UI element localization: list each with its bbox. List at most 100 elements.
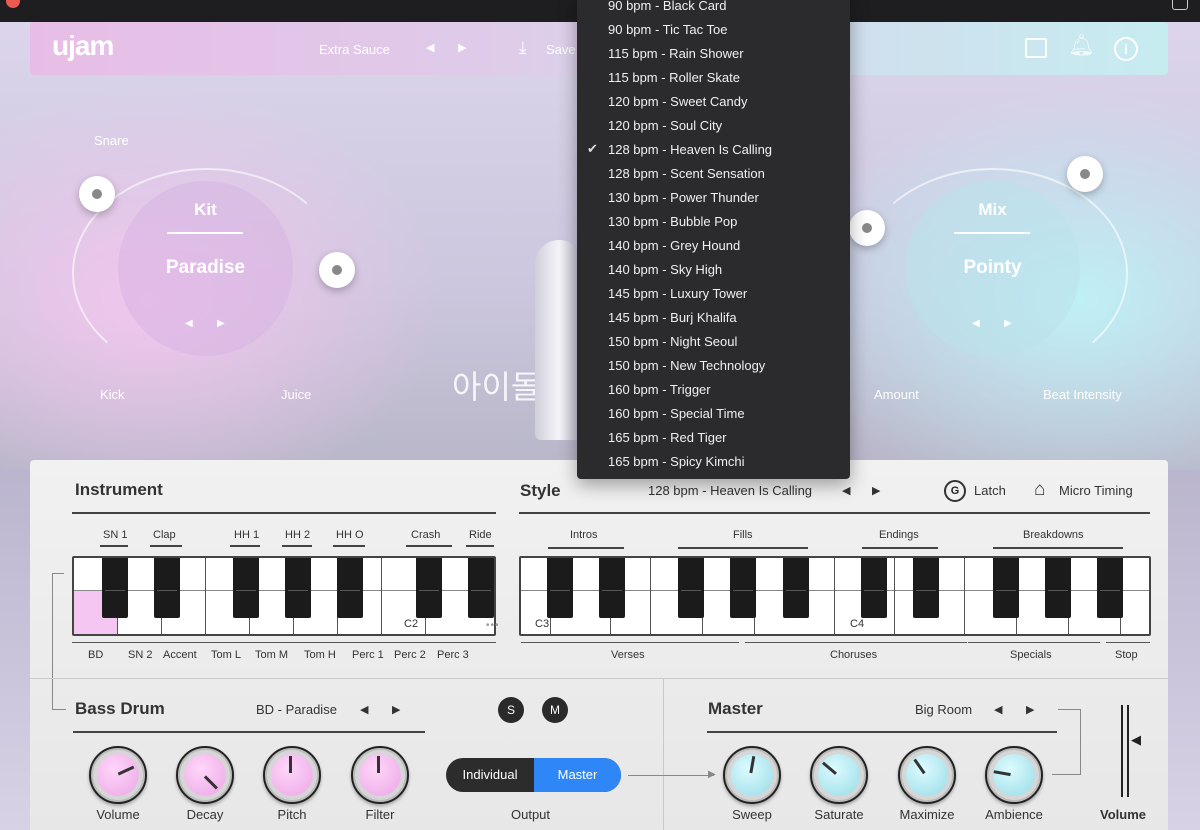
output-toggle[interactable]: Individual Master xyxy=(446,758,621,792)
latch-icon[interactable]: G xyxy=(944,480,966,502)
juice-knob[interactable] xyxy=(319,252,355,288)
volume-fader-handle[interactable]: ◀ xyxy=(1131,732,1141,748)
saturate-label: Saturate xyxy=(814,807,864,822)
bd-next-icon[interactable]: ▶ xyxy=(392,703,400,716)
filter-knob[interactable] xyxy=(351,746,409,804)
kit-divider xyxy=(167,232,243,234)
mix-prev-icon[interactable]: ◀ xyxy=(972,318,980,329)
mute-button[interactable]: M xyxy=(542,697,568,723)
dropdown-item[interactable]: 140 bpm - Grey Hound xyxy=(608,238,740,253)
master-next-icon[interactable]: ▶ xyxy=(1026,703,1034,716)
maximize-knob[interactable] xyxy=(898,746,956,804)
dropdown-item[interactable]: 160 bpm - Trigger xyxy=(608,382,711,397)
download-icon[interactable] xyxy=(1172,0,1188,10)
resize-icon[interactable] xyxy=(1025,38,1047,58)
save-button[interactable]: Save xyxy=(546,42,576,57)
master-option[interactable]: Master xyxy=(534,758,621,792)
dropdown-item[interactable]: 120 bpm - Sweet Candy xyxy=(608,94,747,109)
bd-prev-icon[interactable]: ◀ xyxy=(360,703,368,716)
c4-note: C4 xyxy=(850,618,865,630)
dropdown-item[interactable]: 140 bpm - Sky High xyxy=(608,262,722,277)
saturate-knob[interactable] xyxy=(810,746,868,804)
style-black-key[interactable] xyxy=(861,558,887,618)
style-black-key[interactable] xyxy=(1045,558,1071,618)
dropdown-item[interactable]: 150 bpm - Night Seoul xyxy=(608,334,737,349)
kit-next-icon[interactable]: ▶ xyxy=(217,318,225,329)
ambience-label: Ambience xyxy=(985,807,1043,822)
decay-knob[interactable] xyxy=(176,746,234,804)
volume-knob[interactable] xyxy=(89,746,147,804)
style-value[interactable]: 128 bpm - Heaven Is Calling xyxy=(648,483,812,498)
bell-icon[interactable]: 🔔︎ xyxy=(1068,34,1095,58)
dropdown-item[interactable]: 90 bpm - Black Card xyxy=(608,0,727,13)
master-prev-icon[interactable]: ◀ xyxy=(994,703,1002,716)
dropdown-item[interactable]: 145 bpm - Burj Khalifa xyxy=(608,310,737,325)
verses-line xyxy=(521,642,739,643)
latch-label[interactable]: Latch xyxy=(974,483,1006,498)
individual-option[interactable]: Individual xyxy=(446,758,534,792)
kit-prev-icon[interactable]: ◀ xyxy=(185,318,193,329)
stop-label: Stop xyxy=(1115,649,1138,661)
tomh-label: Tom H xyxy=(304,649,336,661)
hh1-key[interactable] xyxy=(233,558,259,618)
volume-fader[interactable] xyxy=(1121,705,1129,797)
micro-timing-label[interactable]: Micro Timing xyxy=(1059,483,1133,498)
dropdown-item[interactable]: 115 bpm - Rain Shower xyxy=(608,46,744,61)
dropdown-item[interactable]: 130 bpm - Bubble Pop xyxy=(608,214,737,229)
master-preset[interactable]: Big Room xyxy=(915,702,972,717)
endings-label: Endings xyxy=(879,529,919,541)
dropdown-item[interactable]: 165 bpm - Red Tiger xyxy=(608,430,727,445)
hho-key[interactable] xyxy=(337,558,363,618)
pitch-knob[interactable] xyxy=(263,746,321,804)
sweep-knob[interactable] xyxy=(723,746,781,804)
ride-key[interactable] xyxy=(468,558,494,618)
ambience-knob[interactable] xyxy=(985,746,1043,804)
style-black-key[interactable] xyxy=(599,558,625,618)
style-black-key[interactable] xyxy=(547,558,573,618)
dropdown-item[interactable]: 130 bpm - Power Thunder xyxy=(608,190,759,205)
style-next-icon[interactable]: ▶ xyxy=(872,484,880,497)
dropdown-item-selected[interactable]: 128 bpm - Heaven Is Calling xyxy=(608,142,772,157)
preset-next-icon[interactable]: ▶ xyxy=(458,41,466,54)
solo-button[interactable]: S xyxy=(498,697,524,723)
dropdown-item[interactable]: 90 bpm - Tic Tac Toe xyxy=(608,22,727,37)
dropdown-item[interactable]: 165 bpm - Spicy Kimchi xyxy=(608,454,745,469)
beat-intensity-knob[interactable] xyxy=(1067,156,1103,192)
crash-key[interactable] xyxy=(416,558,442,618)
fills-label: Fills xyxy=(733,529,753,541)
clap-key[interactable] xyxy=(154,558,180,618)
style-keyboard[interactable]: C3 C4 xyxy=(519,556,1151,636)
style-black-key[interactable] xyxy=(730,558,756,618)
info-icon[interactable]: i xyxy=(1114,37,1138,61)
style-black-key[interactable] xyxy=(913,558,939,618)
dropdown-item[interactable]: 150 bpm - New Technology xyxy=(608,358,765,373)
amount-knob[interactable] xyxy=(849,210,885,246)
metronome-icon[interactable]: ⌂ xyxy=(1034,479,1045,501)
sn1-key[interactable] xyxy=(102,558,128,618)
dropdown-item[interactable]: 120 bpm - Soul City xyxy=(608,118,722,133)
style-black-key[interactable] xyxy=(783,558,809,618)
style-prev-icon[interactable]: ◀ xyxy=(842,484,850,497)
hh2-label: HH 2 xyxy=(285,529,311,541)
mix-next-icon[interactable]: ▶ xyxy=(1004,318,1012,329)
snare-knob[interactable] xyxy=(79,176,115,212)
amount-label: Amount xyxy=(874,387,919,402)
dropdown-item[interactable]: 115 bpm - Roller Skate xyxy=(608,70,740,85)
preset-prev-icon[interactable]: ◀ xyxy=(426,41,434,54)
dropdown-item[interactable]: 128 bpm - Scent Sensation xyxy=(608,166,765,181)
bass-drum-preset[interactable]: BD - Paradise xyxy=(256,702,337,717)
tomm-label: Tom M xyxy=(255,649,288,661)
mix-value: Pointy xyxy=(963,257,1022,278)
dropdown-item[interactable]: 160 bpm - Special Time xyxy=(608,406,745,421)
style-black-key[interactable] xyxy=(678,558,704,618)
toml-label: Tom L xyxy=(211,649,241,661)
decay-label: Decay xyxy=(186,807,224,822)
instrument-keyboard[interactable]: C2 xyxy=(72,556,496,636)
hh2-key[interactable] xyxy=(285,558,311,618)
style-black-key[interactable] xyxy=(1097,558,1123,618)
master-route-bottom xyxy=(1052,774,1081,775)
save-icon[interactable]: ⤓ xyxy=(519,38,527,58)
style-black-key[interactable] xyxy=(993,558,1019,618)
preset-name[interactable]: Extra Sauce xyxy=(319,42,390,57)
dropdown-item[interactable]: 145 bpm - Luxury Tower xyxy=(608,286,747,301)
